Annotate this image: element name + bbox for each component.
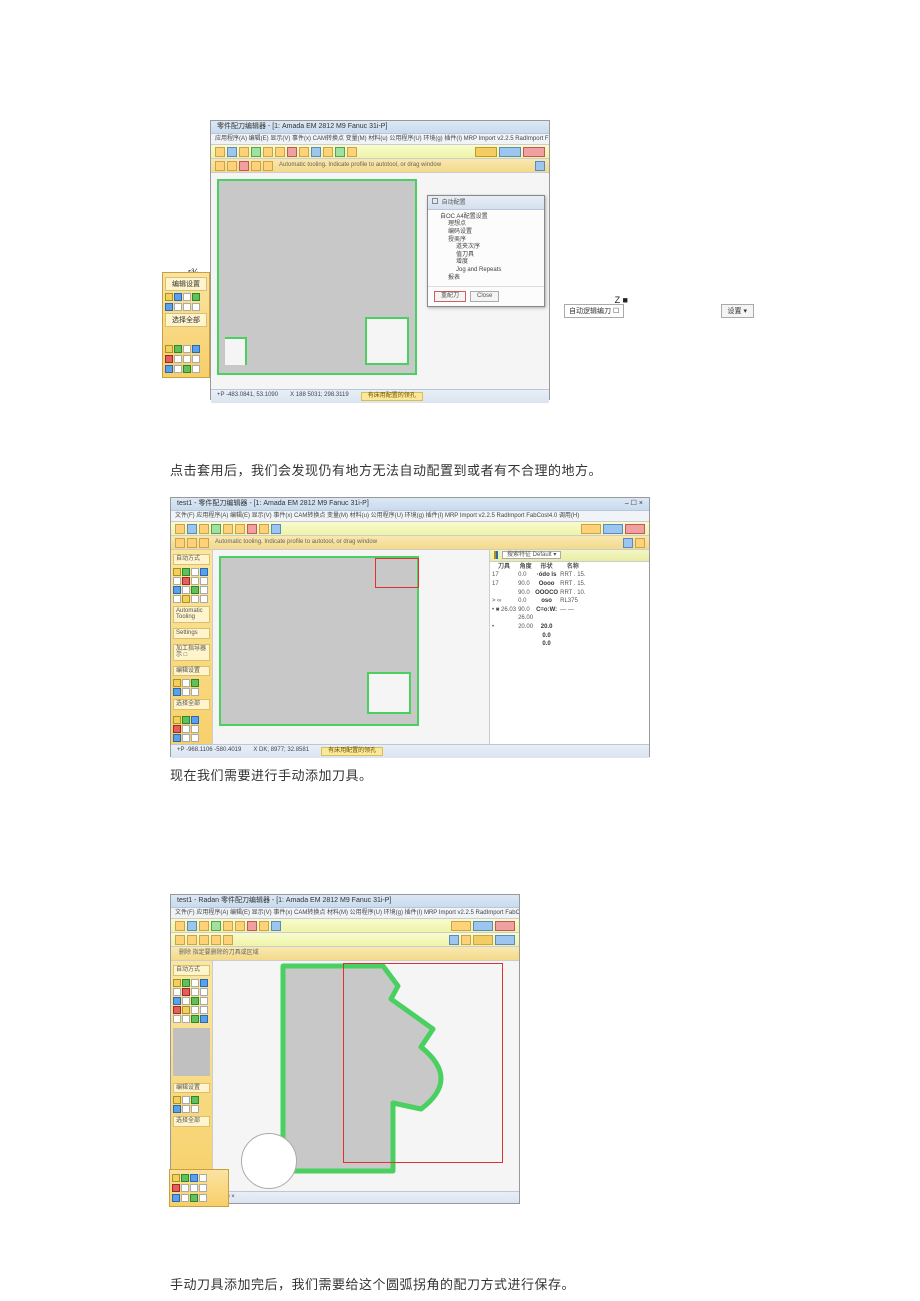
col-tool: 刀具	[492, 564, 516, 571]
left-tool-palette[interactable]: 编辑设置 选择全部	[162, 272, 210, 378]
app-window: test1 - Radan 零件配刀编辑器 - [1: Amada EM 281…	[170, 894, 520, 1204]
close-button[interactable]: Close	[470, 291, 499, 302]
app-window: test1 - 零件配刀编辑器 - [1: Amada EM 2812 M9 F…	[170, 497, 650, 757]
status-coord-2: X DK; 8977; 32.8581	[253, 747, 309, 756]
table-row: 26.00	[492, 615, 586, 622]
reapply-button[interactable]: 重配刀	[434, 291, 466, 302]
left-tool-palette[interactable]: 自动方式 编辑设置 选择全部	[171, 961, 213, 1191]
window-titlebar: test1 - 零件配刀编辑器 - [1: Amada EM 2812 M9 F…	[171, 498, 649, 511]
menu-bar[interactable]: 文件(F) 应用程序(A) 编辑(E) 显示(V) 事件(x) CAM转换点 材…	[171, 908, 519, 920]
toolbar-secondary[interactable]: Automatic tooling. Indicate profile to a…	[171, 536, 649, 550]
toolbar-secondary[interactable]: Automatic tooling. Indicate profile to a…	[211, 159, 549, 173]
dialog-tree[interactable]: 自OC A4配置设置 理想点 编码设置 授㺯序 道夹次序 值刀具 增度 Jog …	[428, 210, 544, 286]
auto-config-dialog: 自动配置 自OC A4配置设置 理想点 编码设置 授㺯序 道夹次序 值刀具 增度…	[427, 195, 545, 307]
settings-dropdown-button[interactable]: 设置 ▾	[721, 304, 754, 318]
feature-search-dropdown[interactable]: 搜索特征 Default ▾	[502, 551, 561, 559]
window-title: 零件配刀编辑器 - [1: Amada EM 2812 M9 Fanuc 31i…	[217, 123, 387, 131]
left-tool-palette[interactable]: 自动方式 Automatic Tooling Settings 加工指导器示 □…	[171, 550, 213, 744]
toolbar-primary[interactable]	[171, 919, 519, 933]
screenshot-1: r¾ \b 中 •? I Z ■ 零件配刀编辑器 - [1: Amada EM …	[170, 120, 750, 400]
tree-item[interactable]: 值刀具	[434, 252, 538, 260]
palette-label: Automatic Tooling	[173, 606, 210, 623]
table-row: •20.0020.0	[492, 624, 586, 631]
tree-item[interactable]: 理想点	[434, 221, 538, 229]
palette-label: 编辑设置	[173, 666, 210, 677]
tree-item[interactable]: 报表	[434, 275, 538, 283]
palette-label: 加工指导器示 □	[173, 644, 210, 661]
table-row: 0.0	[492, 641, 586, 648]
table-row: 1790.0OoooRRT . 15.	[492, 581, 586, 588]
toolbar-row-2[interactable]	[171, 933, 519, 947]
status-bar: +P -968.1106 -580.4019 X DK; 8977; 32.85…	[171, 744, 649, 758]
menu-bar[interactable]: 文件(F) 应用程序(A) 编辑(E) 显示(V) 事件(x) CAM转换点 变…	[171, 511, 649, 523]
tool-preview-circle	[241, 1133, 297, 1189]
col-angle: 角度	[518, 564, 533, 571]
select-all-button[interactable]: 选择全部	[173, 699, 210, 710]
select-all-button[interactable]: 选择全部	[165, 313, 207, 327]
screenshot-3: test1 - Radan 零件配刀编辑器 - [1: Amada EM 281…	[170, 894, 750, 1214]
toolbar-primary[interactable]	[211, 145, 549, 159]
caption-3: 手动刀具添加完后，我们需要给这个圆弧拐角的配刀方式进行保存。	[170, 1274, 750, 1293]
tree-item[interactable]: 道夹次序	[434, 244, 538, 252]
col-name: 名称	[560, 564, 585, 571]
mode-hint: Automatic tooling. Indicate profile to a…	[275, 162, 445, 169]
problem-area-highlight	[375, 558, 419, 588]
col-shape: 形状	[535, 564, 558, 571]
table-row: 170.0·ódo îsRRT . 15.	[492, 572, 586, 579]
right-bar: 自动逻辑编刀 ☐ 设置 ▾	[564, 304, 754, 318]
drawing-canvas[interactable]: 自动配置 自OC A4配置设置 理想点 编码设置 授㺯序 道夹次序 值刀具 增度…	[211, 173, 549, 389]
status-coord-2: X 188 5031; 298.3119	[290, 392, 349, 401]
window-title: test1 - Radan 零件配刀编辑器 - [1: Amada EM 281…	[177, 897, 391, 905]
caption-2: 现在我们需要进行手动添加刀具。	[170, 765, 750, 784]
palette-label: 自动方式	[173, 554, 210, 565]
window-titlebar: 零件配刀编辑器 - [1: Amada EM 2812 M9 Fanuc 31i…	[211, 121, 549, 134]
mode-hint: Automatic tooling. Indicate profile to a…	[211, 539, 381, 546]
tree-item[interactable]: 授㺯序	[434, 237, 538, 245]
status-coord-1: +P -483.0841, 53.1090	[217, 392, 278, 401]
tree-item[interactable]: Jog and Repeats	[434, 267, 538, 275]
palette-label: 编辑设置	[165, 277, 207, 291]
toolbar-secondary[interactable]: 删除 指定要删除的刀具或区域	[171, 947, 519, 961]
caption-1: 点击套用后，我们会发现仍有地方无法自动配置到或者有不合理的地方。	[170, 460, 750, 479]
window-buttons[interactable]: – ☐ ×	[625, 500, 643, 508]
dialog-title: 自动配置	[428, 196, 544, 210]
table-row: > ∞0.0osoRL375	[492, 598, 586, 605]
table-row: • ■ 26.0390.0C=o:W:— —	[492, 607, 586, 614]
table-row: 0.0	[492, 633, 586, 640]
select-all-button[interactable]: 选择全部	[173, 1116, 210, 1127]
palette-label[interactable]: Settings	[173, 628, 210, 639]
tool-list-panel[interactable]: 搜索特征 Default ▾ 刀具 角度 形状 名称 170.0·ódo îsR…	[489, 550, 649, 744]
tree-item[interactable]: 编码设置	[434, 229, 538, 237]
status-bar: +P -483.0841, 53.1090 X 188 5031; 298.31…	[211, 389, 549, 403]
auto-logic-checkbox[interactable]: 自动逻辑编刀 ☐	[564, 304, 624, 318]
mode-hint: 删除 指定要删除的刀具或区域	[175, 950, 263, 957]
window-title: test1 - 零件配刀编辑器 - [1: Amada EM 2812 M9 F…	[177, 500, 369, 508]
status-warning: 有床用配置的领孔	[321, 747, 383, 756]
palette-label: 自动方式	[173, 965, 210, 976]
bottom-tool-strip[interactable]	[169, 1169, 229, 1207]
drawing-canvas[interactable]	[213, 550, 489, 744]
problem-area-highlight	[343, 963, 503, 1163]
toolbar-primary[interactable]	[171, 522, 649, 536]
tool-table: 刀具 角度 形状 名称 170.0·ódo îsRRT . 15. 1790.0…	[490, 562, 588, 650]
palette-label: 编辑设置	[173, 1083, 210, 1094]
menu-bar[interactable]: 应用程序(A) 编辑(E) 显示(V) 事件(x) CAM转换点 变量(M) 材…	[211, 134, 549, 146]
table-row: 90.0OOOCORRT . 10.	[492, 590, 586, 597]
app-window: 零件配刀编辑器 - [1: Amada EM 2812 M9 Fanuc 31i…	[210, 120, 550, 400]
status-warning: 有床用配置的领孔	[361, 392, 423, 401]
tree-item[interactable]: 增度	[434, 259, 538, 267]
status-coord-1: +P -968.1106 -580.4019	[177, 747, 241, 756]
window-titlebar: test1 - Radan 零件配刀编辑器 - [1: Amada EM 281…	[171, 895, 519, 908]
screenshot-2: test1 - 零件配刀编辑器 - [1: Amada EM 2812 M9 F…	[170, 497, 750, 784]
